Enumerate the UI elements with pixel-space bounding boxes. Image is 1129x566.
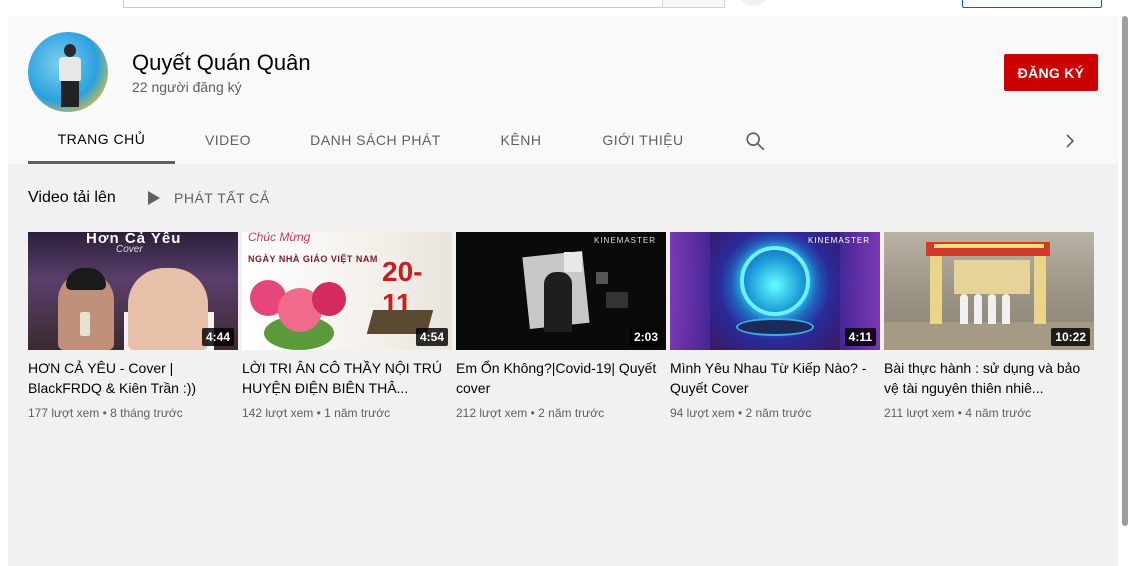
tab-about[interactable]: GIỚI THIỆU — [588, 116, 698, 164]
shelf-title: Video tải lên — [28, 189, 116, 206]
video-thumbnail[interactable]: KINEMASTER 4:11 — [670, 232, 880, 350]
video-duration: 10:22 — [1051, 328, 1090, 346]
video-thumbnail[interactable]: Hơn Cả Yêu Cover 4:44 — [28, 232, 238, 350]
thumbnail-overlay-text: NGÀY NHÀ GIÁO VIỆT NAM — [248, 254, 378, 264]
upload-age: 1 năm trước — [324, 406, 391, 420]
video-title[interactable]: Bài thực hành : sử dụng và bảo vệ tài ng… — [884, 358, 1094, 398]
view-count: 94 lượt xem — [670, 406, 735, 420]
watermark-text: KINEMASTER — [807, 236, 870, 245]
video-title[interactable]: HƠN CẢ YÊU - Cover | BlackFRDQ & Kiên Tr… — [28, 358, 238, 398]
subscriber-count: 22 người đăng ký — [132, 79, 242, 95]
view-count: 142 lượt xem — [242, 406, 314, 420]
video-meta: 142 lượt xem • 1 năm trước — [242, 406, 452, 420]
search-input[interactable] — [123, 0, 663, 8]
view-count: 177 lượt xem — [28, 406, 100, 420]
upload-age: 8 tháng trước — [110, 406, 183, 420]
video-card[interactable]: Chúc Mừng NGÀY NHÀ GIÁO VIỆT NAM 20-11 4… — [242, 232, 452, 420]
meta-separator: • — [957, 406, 962, 420]
play-icon — [148, 191, 160, 205]
video-duration: 4:11 — [844, 328, 876, 346]
channel-name: Quyết Quán Quân — [132, 50, 311, 75]
tab-playlists[interactable]: DANH SÁCH PHÁT — [298, 116, 453, 164]
video-duration: 4:44 — [201, 328, 234, 346]
search-icon[interactable] — [744, 130, 766, 152]
meta-separator: • — [102, 406, 107, 420]
thumbnail-overlay-text: Cover — [116, 244, 143, 255]
video-meta: 177 lượt xem • 8 tháng trước — [28, 406, 238, 420]
video-duration: 2:03 — [629, 328, 662, 346]
video-card[interactable]: 10:22 Bài thực hành : sử dụng và bảo vệ … — [884, 232, 1094, 420]
play-all-button[interactable]: PHÁT TẤT CẢ — [144, 186, 270, 210]
video-thumbnail[interactable]: KINEMASTER 2:03 — [456, 232, 666, 350]
thumbnail-overlay-text: Chúc Mừng — [248, 232, 311, 244]
video-title[interactable]: Em Ổn Không?|Covid-19| Quyết cover — [456, 358, 666, 398]
channel-header: Quyết Quán Quân 22 người đăng ký ĐĂNG KÝ… — [8, 16, 1118, 164]
channel-content: Video tải lên PHÁT TẤT CẢ Hơn Cả Yêu Cov… — [8, 164, 1118, 566]
channel-tabs: TRANG CHỦ VIDEO DANH SÁCH PHÁT KÊNH GIỚI… — [8, 116, 1118, 164]
view-count: 211 lượt xem — [884, 406, 955, 420]
meta-separator: • — [530, 406, 535, 420]
video-meta: 94 lượt xem • 2 năm trước — [670, 406, 880, 420]
upload-age: 2 năm trước — [745, 406, 812, 420]
meta-separator: • — [737, 406, 743, 420]
chevron-right-icon[interactable] — [1060, 130, 1080, 152]
left-gutter — [0, 0, 8, 566]
video-card[interactable]: Hơn Cả Yêu Cover 4:44 HƠN CẢ YÊU - Cover… — [28, 232, 238, 420]
video-title[interactable]: LỜI TRI ÂN CÔ THẦY NỘI TRÚ HUYỆN ĐIỆN BI… — [242, 358, 452, 398]
search-button[interactable] — [662, 0, 725, 8]
tab-videos[interactable]: VIDEO — [188, 116, 268, 164]
meta-separator: • — [316, 406, 321, 420]
voice-search-button[interactable] — [735, 0, 771, 6]
video-thumbnail[interactable]: Chúc Mừng NGÀY NHÀ GIÁO VIỆT NAM 20-11 4… — [242, 232, 452, 350]
video-card[interactable]: KINEMASTER 4:11 Mình Yêu Nhau Từ Kiếp Nà… — [670, 232, 880, 420]
upload-age: 4 năm trước — [965, 406, 1032, 420]
channel-avatar[interactable] — [28, 32, 108, 112]
play-all-label: PHÁT TẤT CẢ — [174, 190, 270, 206]
view-count: 212 lượt xem — [456, 406, 528, 420]
video-meta: 211 lượt xem • 4 năm trước — [884, 406, 1094, 420]
subscribe-button[interactable]: ĐĂNG KÝ — [1004, 54, 1098, 91]
watermark-text: KINEMASTER — [593, 236, 656, 245]
video-card[interactable]: KINEMASTER 2:03 Em Ổn Không?|Covid-19| Q… — [456, 232, 666, 420]
masthead — [0, 0, 1129, 16]
sign-in-button[interactable] — [962, 0, 1102, 8]
upload-age: 2 năm trước — [538, 406, 605, 420]
scrollbar[interactable] — [1122, 16, 1128, 526]
tab-channels[interactable]: KÊNH — [482, 116, 560, 164]
video-thumbnail[interactable]: 10:22 — [884, 232, 1094, 350]
video-meta: 212 lượt xem • 2 năm trước — [456, 406, 666, 420]
video-duration: 4:54 — [415, 328, 448, 346]
tab-home[interactable]: TRANG CHỦ — [28, 116, 175, 164]
video-title[interactable]: Mình Yêu Nhau Từ Kiếp Nào? - Quyết Cover — [670, 358, 880, 398]
